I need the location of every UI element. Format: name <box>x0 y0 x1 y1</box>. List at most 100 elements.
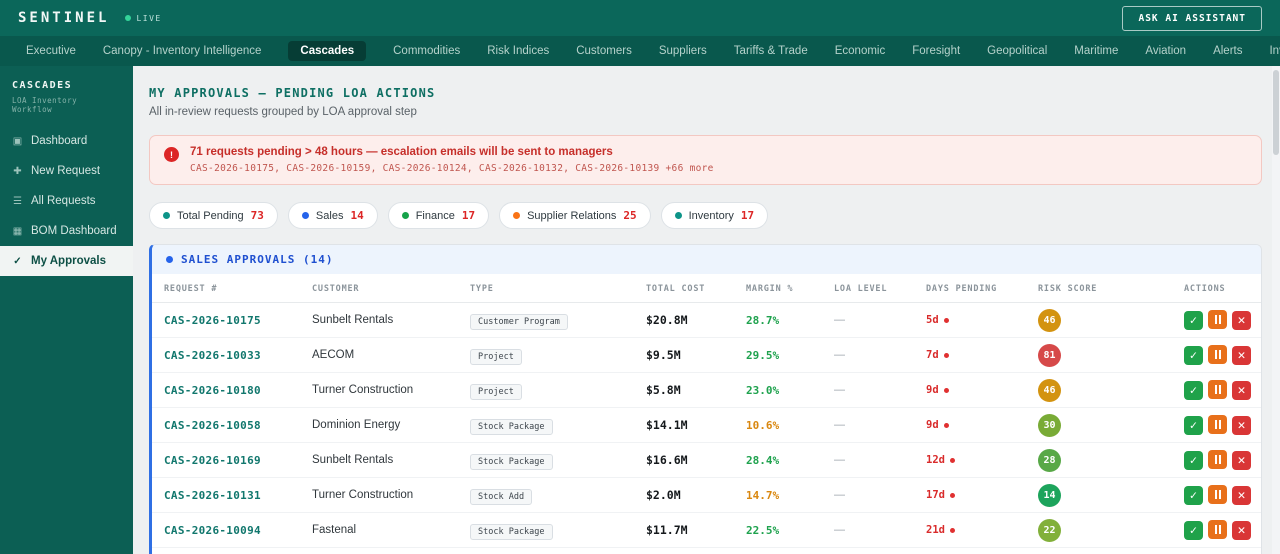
ask-ai-assistant-button[interactable]: ASK AI ASSISTANT <box>1122 5 1262 31</box>
approve-button[interactable]: ✓ <box>1184 451 1203 471</box>
loa-level: — <box>834 454 845 466</box>
customer-name: Turner Construction <box>312 384 414 396</box>
pause-icon <box>1214 489 1221 499</box>
filter-chip-inventory[interactable]: Inventory 17 <box>660 202 769 229</box>
alert-detail: CAS-2026-10175, CAS-2026-10159, CAS-2026… <box>190 163 714 174</box>
chip-label: Total Pending <box>177 209 244 222</box>
nav-tab-geopolitical[interactable]: Geopolitical <box>987 45 1047 57</box>
customer-name: Turner Construction <box>312 489 414 501</box>
column-header: CUSTOMER <box>312 284 360 294</box>
sidebar-item-my-approvals[interactable]: ✓ My Approvals <box>0 246 133 276</box>
request-id[interactable]: CAS-2026-10058 <box>164 419 312 432</box>
request-id[interactable]: CAS-2026-10180 <box>164 384 312 397</box>
table-row: CAS-2026-10175 Sunbelt Rentals Customer Pr… <box>152 303 1261 338</box>
hold-button[interactable] <box>1208 519 1227 539</box>
request-id[interactable]: CAS-2026-10094 <box>164 524 312 537</box>
overdue-dot-icon <box>943 352 949 358</box>
alert-exclamation-icon: ! <box>164 147 179 162</box>
type-badge: Stock Package <box>470 418 553 435</box>
reject-button[interactable]: ✕ <box>1232 451 1251 471</box>
nav-tab-risk-indices[interactable]: Risk Indices <box>487 45 549 57</box>
reject-button[interactable]: ✕ <box>1232 346 1251 366</box>
request-id[interactable]: CAS-2026-10175 <box>164 314 312 327</box>
nav-tab-foresight[interactable]: Foresight <box>912 45 960 57</box>
reject-button[interactable]: ✕ <box>1232 381 1251 401</box>
pause-icon <box>1214 454 1221 464</box>
sidebar-item-dashboard[interactable]: ▣ Dashboard <box>0 126 133 156</box>
nav-tab-alerts[interactable]: Alerts <box>1213 45 1242 57</box>
filter-chip-supplier-relations[interactable]: Supplier Relations 25 <box>499 202 651 229</box>
type-badge: Project <box>470 383 522 400</box>
column-header: RISK SCORE <box>1038 284 1098 294</box>
sidebar-item-label: My Approvals <box>31 255 106 267</box>
margin-percent: 28.4% <box>746 453 780 467</box>
section-dot-icon <box>166 256 173 263</box>
request-id[interactable]: CAS-2026-10033 <box>164 349 312 362</box>
nav-tab-executive[interactable]: Executive <box>26 45 76 57</box>
nav-tab-commodities[interactable]: Commodities <box>393 45 460 57</box>
chip-label: Finance <box>415 209 455 222</box>
overdue-dot-icon <box>949 527 955 533</box>
approve-button[interactable]: ✓ <box>1184 521 1203 541</box>
approve-button[interactable]: ✓ <box>1184 486 1203 506</box>
margin-percent: 23.0% <box>746 383 780 397</box>
nav-tab-economic[interactable]: Economic <box>835 45 886 57</box>
sidebar-item-bom-dashboard[interactable]: ▦ BOM Dashboard <box>0 216 133 246</box>
filter-chip-total-pending[interactable]: Total Pending 73 <box>149 202 278 229</box>
nav-tab-maritime[interactable]: Maritime <box>1074 45 1118 57</box>
overdue-dot-icon <box>943 422 949 428</box>
nav-tabs: Executive Canopy - Inventory Intelligence… <box>0 36 1280 66</box>
total-cost: $11.7M <box>646 523 688 537</box>
check-icon: ✓ <box>13 255 22 267</box>
customer-name: Dominion Energy <box>312 419 401 431</box>
type-cell: Stock Add <box>470 486 646 505</box>
column-header: LOA LEVEL <box>834 284 888 294</box>
hold-button[interactable] <box>1208 449 1227 469</box>
filter-chip-finance[interactable]: Finance 17 <box>387 202 490 229</box>
actions-cell: ✓ ✕ <box>1184 379 1261 401</box>
reject-button[interactable]: ✕ <box>1232 486 1251 506</box>
live-label: LIVE <box>136 13 162 23</box>
approve-button[interactable]: ✓ <box>1184 311 1203 331</box>
reject-button[interactable]: ✕ <box>1232 521 1251 541</box>
nav-tab-suppliers[interactable]: Suppliers <box>659 45 707 57</box>
hold-button[interactable] <box>1208 309 1227 329</box>
actions-cell: ✓ ✕ <box>1184 484 1261 506</box>
sidebar-item-all-requests[interactable]: ☰ All Requests <box>0 186 133 216</box>
hold-button[interactable] <box>1208 379 1227 399</box>
days-pending: 17d <box>926 489 1038 501</box>
approve-button[interactable]: ✓ <box>1184 381 1203 401</box>
hold-button[interactable] <box>1208 414 1227 434</box>
nav-tab-canopy-inventory-intelligence[interactable]: Canopy - Inventory Intelligence <box>103 45 262 57</box>
risk-cell: 81 <box>1038 343 1184 367</box>
table-row: CAS-2026-10169 Sunbelt Rentals Stock Packa… <box>152 443 1261 478</box>
column-header: ACTIONS <box>1184 284 1226 294</box>
nav-tab-investigations[interactable]: Investigations <box>1269 45 1280 57</box>
type-cell: Customer Program <box>470 311 646 330</box>
hold-button[interactable] <box>1208 344 1227 364</box>
type-badge: Customer Program <box>470 313 568 330</box>
grid-icon: ▦ <box>12 225 23 237</box>
request-id[interactable]: CAS-2026-10131 <box>164 489 312 502</box>
hold-button[interactable] <box>1208 484 1227 504</box>
nav-tab-tariffs-trade[interactable]: Tariffs & Trade <box>734 45 808 57</box>
alert-headline: 71 requests pending > 48 hours — escalat… <box>190 146 613 158</box>
nav-tab-cascades[interactable]: Cascades <box>288 41 367 61</box>
nav-tab-aviation[interactable]: Aviation <box>1145 45 1186 57</box>
total-cost: $20.8M <box>646 313 688 327</box>
scrollbar[interactable] <box>1272 66 1280 554</box>
filter-chip-sales[interactable]: Sales 14 <box>287 202 378 229</box>
nav-tab-customers[interactable]: Customers <box>576 45 632 57</box>
approve-button[interactable]: ✓ <box>1184 346 1203 366</box>
request-id[interactable]: CAS-2026-10169 <box>164 454 312 467</box>
total-cost: $14.1M <box>646 418 688 432</box>
page-title: MY APPROVALS — PENDING LOA ACTIONS <box>149 86 436 100</box>
customer-name: AECOM <box>312 349 355 361</box>
sidebar-item-new-request[interactable]: ✚ New Request <box>0 156 133 186</box>
reject-button[interactable]: ✕ <box>1232 311 1251 331</box>
filter-chips: Total Pending 73 Sales 14 Finance 17 Supplier … <box>149 202 1262 229</box>
approve-button[interactable]: ✓ <box>1184 416 1203 436</box>
scrollbar-thumb[interactable] <box>1273 70 1279 155</box>
reject-button[interactable]: ✕ <box>1232 416 1251 436</box>
chip-count: 17 <box>740 209 755 222</box>
